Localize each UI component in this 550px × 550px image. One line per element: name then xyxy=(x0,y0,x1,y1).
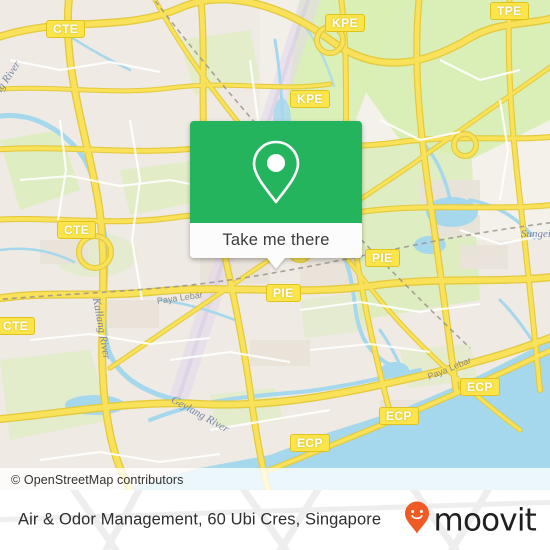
highway-shield-cte[interactable]: CTE xyxy=(46,20,86,38)
highway-shield-ecp[interactable]: ECP xyxy=(460,378,500,396)
take-me-there-label: Take me there xyxy=(222,231,330,249)
moovit-pin-smiley-icon xyxy=(404,501,430,540)
highway-shield-kpe-2[interactable]: KPE xyxy=(290,90,330,108)
highway-shield-tpe[interactable]: TPE xyxy=(490,2,529,20)
popup-card-footer[interactable]: Take me there xyxy=(190,223,362,258)
map-pin-icon xyxy=(248,137,304,207)
popup-card-tail xyxy=(267,258,285,269)
highway-shield-pie-2[interactable]: PIE xyxy=(266,284,301,302)
moovit-wordmark: moovit xyxy=(433,502,537,538)
highway-shield-ecp-3[interactable]: ECP xyxy=(290,434,330,452)
location-caption: Air & Odor Management, 60 Ubi Cres, Sing… xyxy=(18,510,382,529)
footer-bar: Air & Odor Management, 60 Ubi Cres, Sing… xyxy=(0,490,550,550)
location-popup-card[interactable]: Take me there xyxy=(190,121,362,269)
highway-shield-kpe[interactable]: KPE xyxy=(325,14,365,32)
highway-shield-pie[interactable]: PIE xyxy=(365,249,400,267)
highway-shield-ecp-2[interactable]: ECP xyxy=(379,407,419,425)
osm-attribution[interactable]: © OpenStreetMap contributors xyxy=(11,473,184,487)
map-share-card: CTE KPE TPE KPE CTE CTE PIE PIE ECP ECP … xyxy=(0,0,550,550)
highway-shield-cte-3[interactable]: CTE xyxy=(0,317,36,335)
moovit-brand[interactable]: moovit xyxy=(404,501,537,540)
attribution-strip: © OpenStreetMap contributors xyxy=(0,468,550,490)
highway-shield-cte-2[interactable]: CTE xyxy=(57,221,97,239)
popup-card-header xyxy=(190,121,362,223)
river-label-sungei: Sungei xyxy=(521,228,550,240)
